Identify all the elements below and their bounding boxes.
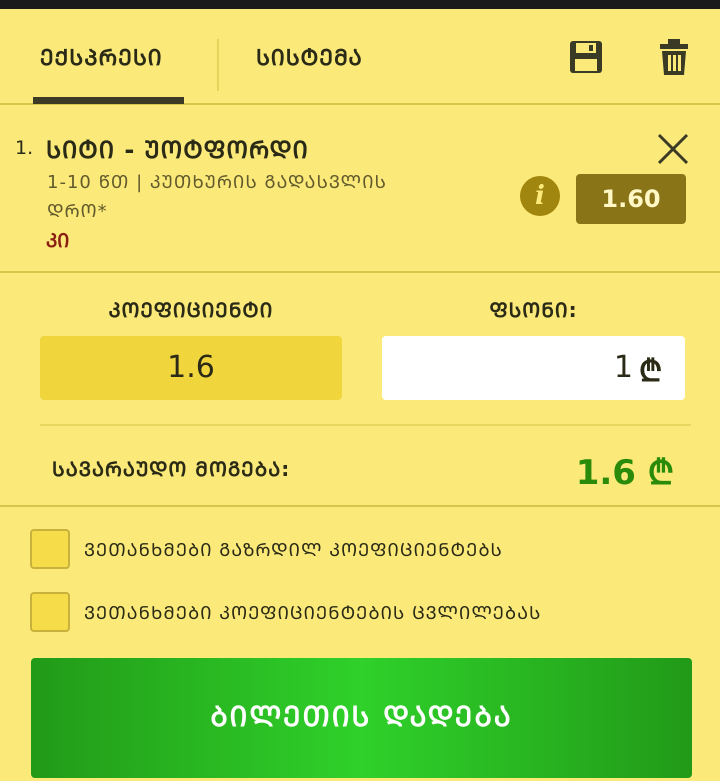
accept-increased-odds-option[interactable]: ᲕᲔᲗᲐᲜᲮᲛᲔᲑᲘ ᲒᲐᲖᲠᲓᲘᲚ ᲙᲝᲔᲤᲘᲪᲘᲔᲜᲢᲔᲑᲡ — [30, 529, 690, 569]
selection-odds: 1.60 — [576, 174, 686, 224]
remove-selection-button[interactable] — [653, 129, 693, 169]
tab-divider — [217, 39, 219, 91]
accept-odds-change-label: ᲕᲔᲗᲐᲜᲮᲛᲔᲑᲘ ᲙᲝᲔᲤᲘᲪᲘᲔᲜᲢᲔᲑᲘᲡ ᲪᲕᲚᲘᲚᲔᲑᲐᲡ — [84, 603, 542, 624]
selection-title: ᲡᲘᲢᲘ - ᲣᲝᲢᲤᲝᲠᲓᲘ — [46, 136, 309, 164]
delete-all-button[interactable] — [654, 37, 694, 77]
stake-label: ᲤᲡᲝᲜᲘ: — [489, 298, 578, 322]
save-button[interactable] — [566, 37, 606, 77]
status-bar — [0, 0, 720, 9]
divider — [40, 424, 691, 426]
save-icon — [570, 41, 602, 73]
selection-market: 1-10 ᲬᲗ | ᲙᲣᲗᲮᲣᲠᲘᲡ ᲒᲐᲓᲐᲡᲕᲚᲘᲡ ᲓᲠᲝ* — [47, 172, 388, 222]
stake-currency: ₾ — [639, 354, 663, 389]
accept-increased-odds-checkbox[interactable] — [30, 529, 70, 569]
tab-system[interactable]: ᲡᲘᲡᲢᲔᲛᲐ — [256, 43, 363, 72]
potential-win-value: 1.6 ₾ — [575, 453, 674, 493]
accept-odds-change-checkbox[interactable] — [30, 592, 70, 632]
close-icon — [657, 133, 689, 165]
tab-express[interactable]: ᲔᲥᲡᲞᲠᲔᲡᲘ — [40, 43, 163, 72]
bet-selection: 1. ᲡᲘᲢᲘ - ᲣᲝᲢᲤᲝᲠᲓᲘ 1-10 ᲬᲗ | ᲙᲣᲗᲮᲣᲠᲘᲡ ᲒᲐ… — [0, 107, 720, 273]
info-icon[interactable]: i — [520, 176, 560, 216]
accept-increased-odds-label: ᲕᲔᲗᲐᲜᲮᲛᲔᲑᲘ ᲒᲐᲖᲠᲓᲘᲚ ᲙᲝᲔᲤᲘᲪᲘᲔᲜᲢᲔᲑᲡ — [84, 540, 503, 561]
divider — [0, 505, 720, 507]
place-bet-button[interactable]: ᲑᲘᲚᲔᲗᲘᲡ ᲓᲐᲓᲔᲑᲐ — [31, 658, 692, 778]
betslip-tabs: ᲔᲥᲡᲞᲠᲔᲡᲘ ᲡᲘᲡᲢᲔᲛᲐ — [0, 9, 720, 105]
coefficient-value: 1.6 — [40, 336, 342, 400]
accept-odds-change-option[interactable]: ᲕᲔᲗᲐᲜᲮᲛᲔᲑᲘ ᲙᲝᲔᲤᲘᲪᲘᲔᲜᲢᲔᲑᲘᲡ ᲪᲕᲚᲘᲚᲔᲑᲐᲡ — [30, 592, 690, 632]
selection-pick: ᲙᲘ — [46, 230, 70, 252]
active-tab-indicator — [33, 97, 184, 104]
potential-win-label: ᲡᲐᲕᲐᲠᲐᲣᲓᲝ ᲛᲝᲒᲔᲑᲐ: — [52, 457, 291, 481]
coefficient-label: ᲙᲝᲔᲤᲘᲪᲘᲔᲜᲢᲘ — [108, 298, 274, 322]
selection-number: 1. — [15, 137, 34, 159]
trash-icon — [660, 39, 688, 75]
